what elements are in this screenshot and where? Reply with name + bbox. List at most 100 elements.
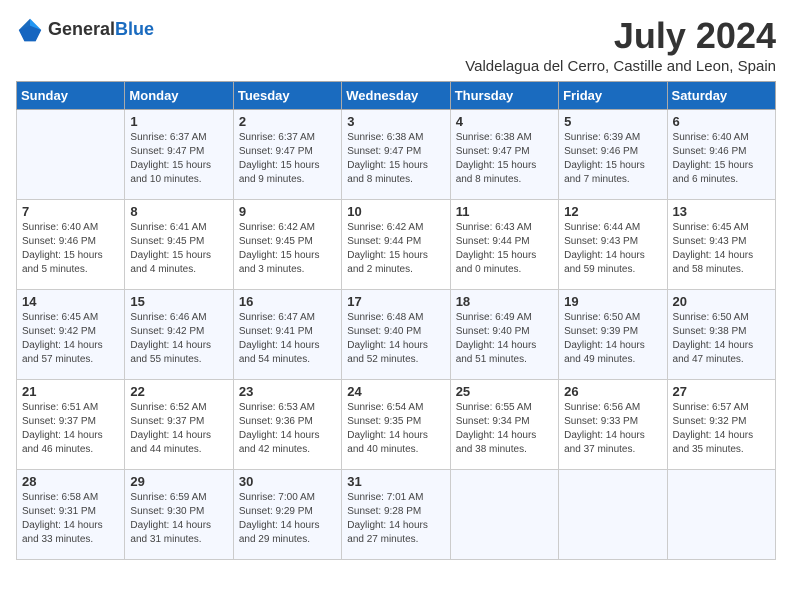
calendar-cell: 4Sunrise: 6:38 AM Sunset: 9:47 PM Daylig… xyxy=(450,109,558,199)
calendar-cell: 25 Sunrise: 6:55 AM Sunset: 9:34 PM Dayli… xyxy=(450,379,558,469)
day-number: 15 xyxy=(130,294,227,309)
calendar-cell: 15 Sunrise: 6:46 AM Sunset: 9:42 PM Dayli… xyxy=(125,289,233,379)
day-number: 11 xyxy=(456,204,553,219)
cell-details: Sunrise: 6:45 AM Sunset: 9:43 PM Dayligh… xyxy=(673,221,770,277)
cell-details: Sunrise: 6:56 AM Sunset: 9:33 PM Dayligh… xyxy=(564,401,661,457)
calendar-cell xyxy=(17,109,125,199)
calendar-cell: 1Sunrise: 6:37 AM Sunset: 9:47 PM Daylig… xyxy=(125,109,233,199)
calendar-cell: 13 Sunrise: 6:45 AM Sunset: 9:43 PM Dayli… xyxy=(667,199,775,289)
calendar-cell: 8 Sunrise: 6:41 AM Sunset: 9:45 PM Daylig… xyxy=(125,199,233,289)
cell-details: Sunrise: 6:53 AM Sunset: 9:36 PM Dayligh… xyxy=(239,401,336,457)
cell-details: Sunrise: 6:40 AM Sunset: 9:46 PM Dayligh… xyxy=(22,221,119,277)
weekday-header-sunday: Sunday xyxy=(17,81,125,109)
day-number: 27 xyxy=(673,384,770,399)
cell-details: Sunrise: 6:58 AM Sunset: 9:31 PM Dayligh… xyxy=(22,491,119,547)
cell-details: Sunrise: 6:39 AM Sunset: 9:46 PM Dayligh… xyxy=(564,131,661,187)
cell-details: Sunrise: 6:55 AM Sunset: 9:34 PM Dayligh… xyxy=(456,401,553,457)
calendar-cell: 29Sunrise: 6:59 AM Sunset: 9:30 PM Dayli… xyxy=(125,469,233,559)
day-number: 19 xyxy=(564,294,661,309)
calendar-cell: 11 Sunrise: 6:43 AM Sunset: 9:44 PM Dayli… xyxy=(450,199,558,289)
day-number: 28 xyxy=(22,474,119,489)
cell-details: Sunrise: 6:51 AM Sunset: 9:37 PM Dayligh… xyxy=(22,401,119,457)
day-number: 21 xyxy=(22,384,119,399)
cell-details: Sunrise: 6:54 AM Sunset: 9:35 PM Dayligh… xyxy=(347,401,444,457)
day-number: 13 xyxy=(673,204,770,219)
cell-details: Sunrise: 6:37 AM Sunset: 9:47 PM Dayligh… xyxy=(130,131,227,187)
day-number: 24 xyxy=(347,384,444,399)
day-number: 14 xyxy=(22,294,119,309)
cell-details: Sunrise: 6:57 AM Sunset: 9:32 PM Dayligh… xyxy=(673,401,770,457)
cell-details: Sunrise: 6:49 AM Sunset: 9:40 PM Dayligh… xyxy=(456,311,553,367)
calendar-cell: 18Sunrise: 6:49 AM Sunset: 9:40 PM Dayli… xyxy=(450,289,558,379)
calendar-cell: 21 Sunrise: 6:51 AM Sunset: 9:37 PM Dayli… xyxy=(17,379,125,469)
day-number: 8 xyxy=(130,204,227,219)
day-number: 3 xyxy=(347,114,444,129)
day-number: 22 xyxy=(130,384,227,399)
weekday-header-tuesday: Tuesday xyxy=(233,81,341,109)
day-number: 31 xyxy=(347,474,444,489)
day-number: 16 xyxy=(239,294,336,309)
day-number: 26 xyxy=(564,384,661,399)
calendar-cell xyxy=(450,469,558,559)
cell-details: Sunrise: 6:50 AM Sunset: 9:39 PM Dayligh… xyxy=(564,311,661,367)
title-area: July 2024 Valdelagua del Cerro, Castille… xyxy=(465,16,776,75)
calendar-week-row: 1Sunrise: 6:37 AM Sunset: 9:47 PM Daylig… xyxy=(17,109,776,199)
calendar-cell: 28 Sunrise: 6:58 AM Sunset: 9:31 PM Dayli… xyxy=(17,469,125,559)
calendar-cell: 3 Sunrise: 6:38 AM Sunset: 9:47 PM Daylig… xyxy=(342,109,450,199)
header: GeneralBlue July 2024 Valdelagua del Cer… xyxy=(16,16,776,75)
calendar-cell: 30Sunrise: 7:00 AM Sunset: 9:29 PM Dayli… xyxy=(233,469,341,559)
day-number: 2 xyxy=(239,114,336,129)
calendar-cell: 24 Sunrise: 6:54 AM Sunset: 9:35 PM Dayli… xyxy=(342,379,450,469)
weekday-header-thursday: Thursday xyxy=(450,81,558,109)
weekday-header-saturday: Saturday xyxy=(667,81,775,109)
cell-details: Sunrise: 6:52 AM Sunset: 9:37 PM Dayligh… xyxy=(130,401,227,457)
logo-general: GeneralBlue xyxy=(48,20,154,40)
calendar-cell: 26 Sunrise: 6:56 AM Sunset: 9:33 PM Dayli… xyxy=(559,379,667,469)
cell-details: Sunrise: 7:01 AM Sunset: 9:28 PM Dayligh… xyxy=(347,491,444,547)
calendar-cell: 22 Sunrise: 6:52 AM Sunset: 9:37 PM Dayli… xyxy=(125,379,233,469)
weekday-header-wednesday: Wednesday xyxy=(342,81,450,109)
calendar-week-row: 14 Sunrise: 6:45 AM Sunset: 9:42 PM Dayli… xyxy=(17,289,776,379)
calendar-cell: 27 Sunrise: 6:57 AM Sunset: 9:32 PM Dayli… xyxy=(667,379,775,469)
day-number: 12 xyxy=(564,204,661,219)
day-number: 5 xyxy=(564,114,661,129)
calendar-table: SundayMondayTuesdayWednesdayThursdayFrid… xyxy=(16,81,776,560)
calendar-cell: 19 Sunrise: 6:50 AM Sunset: 9:39 PM Dayli… xyxy=(559,289,667,379)
cell-details: Sunrise: 6:48 AM Sunset: 9:40 PM Dayligh… xyxy=(347,311,444,367)
calendar-cell: 10 Sunrise: 6:42 AM Sunset: 9:44 PM Dayli… xyxy=(342,199,450,289)
calendar-cell xyxy=(559,469,667,559)
cell-details: Sunrise: 6:47 AM Sunset: 9:41 PM Dayligh… xyxy=(239,311,336,367)
cell-details: Sunrise: 6:42 AM Sunset: 9:44 PM Dayligh… xyxy=(347,221,444,277)
cell-details: Sunrise: 6:38 AM Sunset: 9:47 PM Dayligh… xyxy=(347,131,444,187)
calendar-cell xyxy=(667,469,775,559)
day-number: 4 xyxy=(456,114,553,129)
day-number: 17 xyxy=(347,294,444,309)
calendar-week-row: 7Sunrise: 6:40 AM Sunset: 9:46 PM Daylig… xyxy=(17,199,776,289)
day-number: 23 xyxy=(239,384,336,399)
cell-details: Sunrise: 6:50 AM Sunset: 9:38 PM Dayligh… xyxy=(673,311,770,367)
cell-details: Sunrise: 6:46 AM Sunset: 9:42 PM Dayligh… xyxy=(130,311,227,367)
cell-details: Sunrise: 6:37 AM Sunset: 9:47 PM Dayligh… xyxy=(239,131,336,187)
cell-details: Sunrise: 6:59 AM Sunset: 9:30 PM Dayligh… xyxy=(130,491,227,547)
calendar-week-row: 28 Sunrise: 6:58 AM Sunset: 9:31 PM Dayli… xyxy=(17,469,776,559)
logo-icon xyxy=(16,16,44,44)
day-number: 6 xyxy=(673,114,770,129)
calendar-cell: 9Sunrise: 6:42 AM Sunset: 9:45 PM Daylig… xyxy=(233,199,341,289)
day-number: 10 xyxy=(347,204,444,219)
cell-details: Sunrise: 6:42 AM Sunset: 9:45 PM Dayligh… xyxy=(239,221,336,277)
calendar-cell: 17 Sunrise: 6:48 AM Sunset: 9:40 PM Dayli… xyxy=(342,289,450,379)
location-title: Valdelagua del Cerro, Castille and Leon,… xyxy=(465,58,776,75)
cell-details: Sunrise: 6:45 AM Sunset: 9:42 PM Dayligh… xyxy=(22,311,119,367)
calendar-cell: 2 Sunrise: 6:37 AM Sunset: 9:47 PM Daylig… xyxy=(233,109,341,199)
cell-details: Sunrise: 6:44 AM Sunset: 9:43 PM Dayligh… xyxy=(564,221,661,277)
day-number: 20 xyxy=(673,294,770,309)
cell-details: Sunrise: 6:43 AM Sunset: 9:44 PM Dayligh… xyxy=(456,221,553,277)
month-title: July 2024 xyxy=(465,16,776,56)
cell-details: Sunrise: 6:41 AM Sunset: 9:45 PM Dayligh… xyxy=(130,221,227,277)
calendar-cell: 5 Sunrise: 6:39 AM Sunset: 9:46 PM Daylig… xyxy=(559,109,667,199)
weekday-header-row: SundayMondayTuesdayWednesdayThursdayFrid… xyxy=(17,81,776,109)
cell-details: Sunrise: 6:40 AM Sunset: 9:46 PM Dayligh… xyxy=(673,131,770,187)
weekday-header-friday: Friday xyxy=(559,81,667,109)
calendar-cell: 23 Sunrise: 6:53 AM Sunset: 9:36 PM Dayli… xyxy=(233,379,341,469)
day-number: 25 xyxy=(456,384,553,399)
